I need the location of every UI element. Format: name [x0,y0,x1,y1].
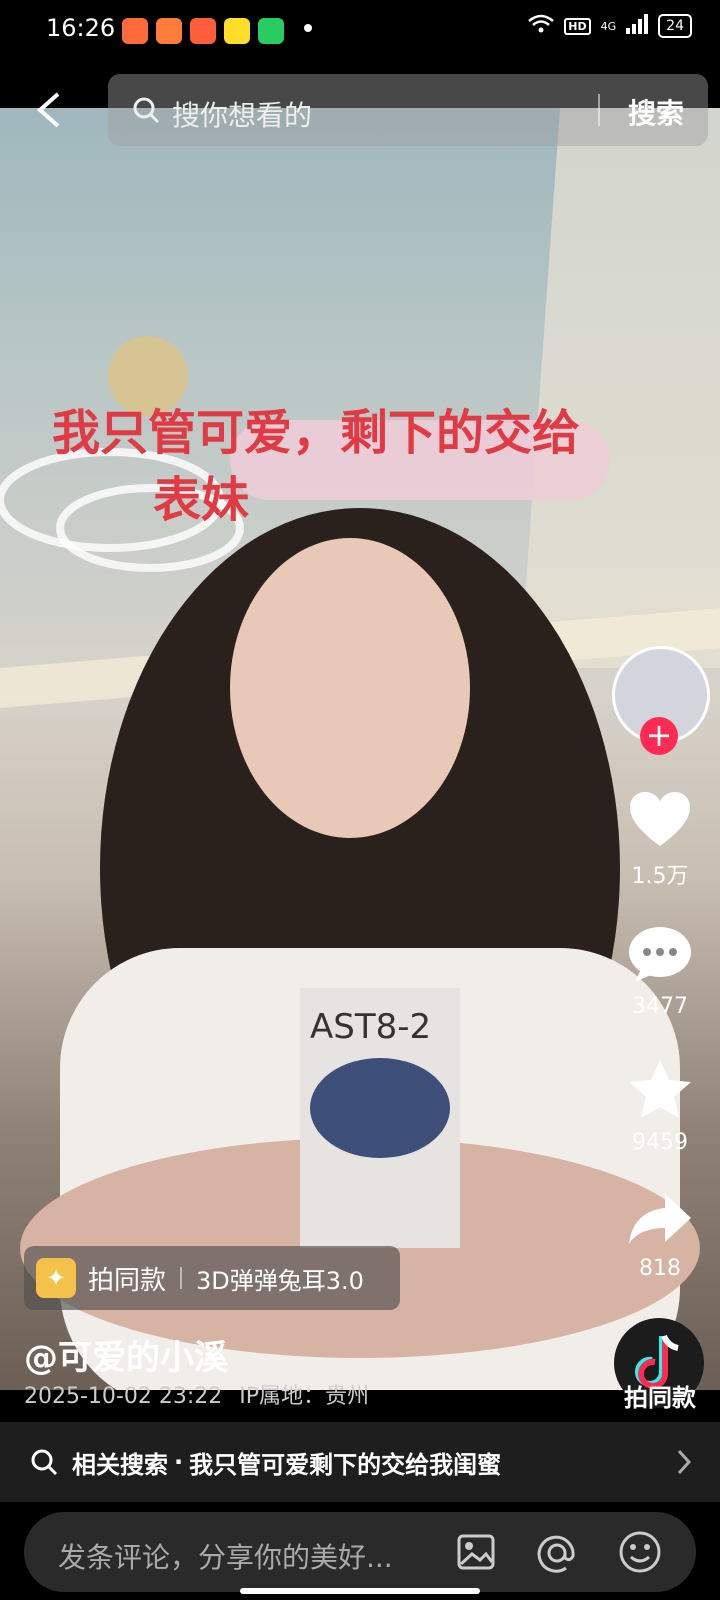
author-name[interactable]: @可爱的小溪 [24,1330,228,1379]
hd-icon: HD [564,17,591,35]
status-bar: 16:26 HD 4G 24 [0,0,720,64]
related-label: 相关搜索 [72,1450,168,1479]
search-input[interactable]: 搜你想看的 [172,94,312,134]
emoji-icon[interactable] [618,1530,662,1574]
separator-dot: · [174,1448,184,1476]
like-count: 1.5万 [631,864,689,889]
comment-input[interactable]: 发条评论，分享你的美好... [58,1536,393,1576]
search-icon [133,97,160,124]
related-query: 我只管可爱剩下的交给我闺蜜 [189,1450,502,1479]
signal-icon [626,14,649,38]
share-action[interactable]: 818 [610,1192,710,1281]
caption-line: 我只管可爱，剩下的交给 [51,405,580,461]
mention-icon[interactable] [536,1532,578,1574]
status-indicators: HD 4G 24 [528,14,692,38]
home-indicator [240,1588,480,1594]
search-box[interactable]: 搜你想看的 搜索 [108,74,708,146]
app-icon [122,18,148,44]
shoot-same-label: 拍同款 [624,1384,696,1412]
wifi-icon [528,14,555,38]
heart-icon [630,792,690,846]
pill-divider [180,1267,183,1289]
star-icon [629,1060,691,1118]
related-search-bar[interactable]: 相关搜索 · 我只管可爱剩下的交给我闺蜜 [0,1422,720,1502]
video-caption: 我只管可爱，剩下的交给 表妹 [36,400,596,534]
effect-label: 拍同款 [88,1265,167,1296]
image-icon[interactable] [456,1532,496,1572]
video-meta: 2025-10-02 23:22 IP属地：贵州 [24,1378,369,1410]
search-header: 搜你想看的 搜索 [0,74,720,146]
favorite-action[interactable]: 9459 [610,1058,710,1155]
chevron-right-icon [677,1449,692,1475]
caption-line: 表妹 [152,472,249,529]
post-date: 2025-10-02 23:22 [24,1384,223,1409]
comment-action[interactable]: 3477 [610,924,710,1019]
comment-count: 3477 [632,994,688,1019]
sparkle-icon: ✦ [36,1258,76,1298]
comment-icon [629,927,691,982]
like-action[interactable]: 1.5万 [610,790,710,890]
app-icon [258,18,284,44]
app-icon [190,18,216,44]
share-count: 818 [639,1256,681,1281]
comment-bar[interactable]: 发条评论，分享你的美好... [24,1512,696,1592]
search-button[interactable]: 搜索 [628,92,684,132]
notification-dot-icon [304,24,312,32]
ip-location: IP属地：贵州 [239,1384,370,1409]
network-label: 4G [600,19,617,33]
battery-icon: 24 [658,14,692,38]
search-divider [598,94,600,126]
share-arrow-icon [629,1194,691,1244]
app-icon [156,18,182,44]
app-icon [224,18,250,44]
follow-button[interactable]: + [640,717,678,755]
svg-text:AST8-2: AST8-2 [310,1007,431,1047]
effect-name: 3D弹弹兔耳3.0 [196,1266,364,1295]
favorite-count: 9459 [632,1130,688,1155]
status-time: 16:26 [46,14,116,42]
back-arrow-icon [36,92,60,128]
back-button[interactable] [28,88,72,132]
search-icon [31,1449,58,1476]
effect-pill[interactable]: ✦ 拍同款 3D弹弹兔耳3.0 [24,1246,400,1310]
